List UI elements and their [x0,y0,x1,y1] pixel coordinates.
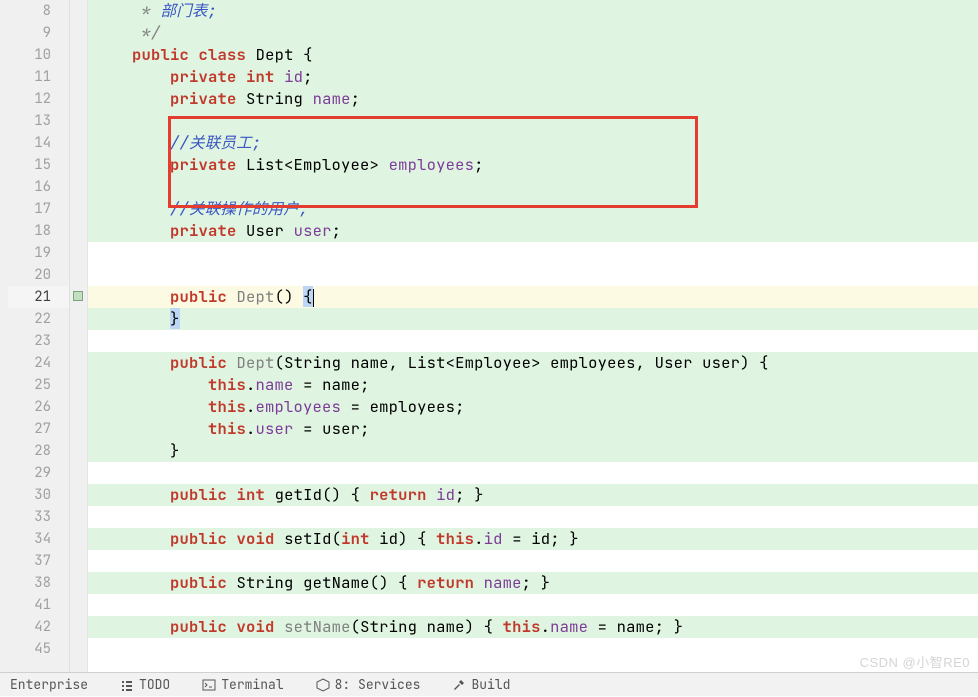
line-number[interactable]: 18 [8,220,69,242]
code-line[interactable]: */ [88,22,978,44]
line-number[interactable]: 23 [8,330,69,352]
line-number[interactable]: 20 [8,264,69,286]
line-number[interactable]: 37 [8,550,69,572]
line-number-gutter[interactable]: 8910111213141516171819202122232425262728… [8,0,70,672]
services-icon [316,678,330,692]
tool-terminal[interactable]: Terminal [196,676,289,693]
code-line[interactable] [88,506,978,528]
line-number[interactable]: 28 [8,440,69,462]
line-number[interactable]: 21 [8,286,69,308]
code-line[interactable] [88,176,978,198]
line-number[interactable]: 17 [8,198,69,220]
breakpoint-gutter[interactable] [0,0,8,672]
line-number[interactable]: 12 [8,88,69,110]
code-line[interactable] [88,264,978,286]
code-line[interactable] [88,594,978,616]
code-line-current[interactable]: public Dept() { [88,286,978,308]
code-line[interactable]: private User user; [88,220,978,242]
code-line[interactable] [88,242,978,264]
line-number[interactable]: 9 [8,22,69,44]
code-line[interactable]: public String getName() { return name; } [88,572,978,594]
line-number[interactable]: 24 [8,352,69,374]
line-number[interactable]: 29 [8,462,69,484]
code-line[interactable]: public Dept(String name, List<Employee> … [88,352,978,374]
code-line[interactable] [88,462,978,484]
line-number[interactable]: 19 [8,242,69,264]
code-line[interactable] [88,330,978,352]
code-line[interactable]: public void setName(String name) { this.… [88,616,978,638]
code-line[interactable]: this.employees = employees; [88,396,978,418]
line-number[interactable]: 25 [8,374,69,396]
line-number[interactable]: 41 [8,594,69,616]
watermark-text: CSDN @小智RE0 [860,652,970,671]
line-number[interactable]: 33 [8,506,69,528]
code-line[interactable]: //关联员工; [88,132,978,154]
line-number[interactable]: 10 [8,44,69,66]
line-number[interactable]: 14 [8,132,69,154]
bottom-tool-bar: Enterprise TODO Terminal 8: Services Bui… [0,672,978,696]
tool-enterprise[interactable]: Enterprise [4,676,94,693]
line-number[interactable]: 16 [8,176,69,198]
code-line[interactable]: private List<Employee> employees; [88,154,978,176]
code-line[interactable]: } [88,440,978,462]
fold-marker-icon[interactable] [73,291,83,301]
code-area[interactable]: * 部门表; */ public class Dept { private in… [88,0,978,672]
line-number[interactable]: 34 [8,528,69,550]
line-number[interactable]: 38 [8,572,69,594]
line-number[interactable]: 27 [8,418,69,440]
code-line[interactable] [88,638,978,660]
code-line[interactable] [88,550,978,572]
code-editor[interactable]: 8910111213141516171819202122232425262728… [0,0,978,672]
code-line[interactable]: this.user = user; [88,418,978,440]
tool-services[interactable]: 8: Services [310,676,427,693]
line-number[interactable]: 42 [8,616,69,638]
tool-build[interactable]: Build [446,676,516,693]
code-line[interactable]: public class Dept { [88,44,978,66]
line-number[interactable]: 45 [8,638,69,660]
line-number[interactable]: 11 [8,66,69,88]
terminal-icon [202,678,216,692]
line-number[interactable]: 22 [8,308,69,330]
code-line[interactable]: } [88,308,978,330]
code-line[interactable]: //关联操作的用户; [88,198,978,220]
code-line[interactable]: public void setId(int id) { this.id = id… [88,528,978,550]
code-line[interactable]: this.name = name; [88,374,978,396]
code-line[interactable]: private String name; [88,88,978,110]
line-number[interactable]: 13 [8,110,69,132]
code-line[interactable]: * 部门表; [88,0,978,22]
line-number[interactable]: 30 [8,484,69,506]
code-line[interactable]: public int getId() { return id; } [88,484,978,506]
code-line[interactable] [88,110,978,132]
line-number[interactable]: 26 [8,396,69,418]
fold-gutter[interactable] [70,0,88,672]
line-number[interactable]: 8 [8,0,69,22]
tool-todo[interactable]: TODO [114,676,176,693]
list-icon [120,678,134,692]
hammer-icon [452,678,466,692]
text-caret [313,289,314,307]
code-line[interactable]: private int id; [88,66,978,88]
line-number[interactable]: 15 [8,154,69,176]
